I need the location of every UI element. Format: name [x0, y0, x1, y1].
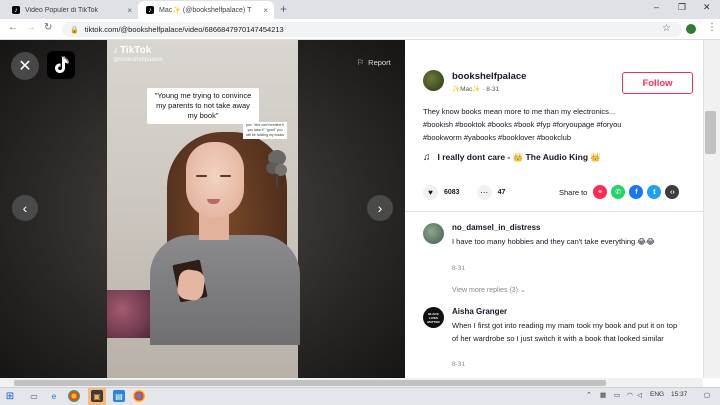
comment-avatar[interactable]: BLACK LIVES MATTER [423, 307, 444, 328]
author-subline: ✨Mac✨ · 8-31 [452, 86, 500, 93]
extension-icon[interactable] [686, 24, 696, 34]
clock[interactable]: 15:37 [671, 391, 687, 398]
post-details-panel: bookshelfpalace ✨Mac✨ · 8-31 Follow They… [405, 40, 703, 378]
post-description: They know books mean more to me than my … [423, 105, 685, 144]
comment-bubble-icon[interactable]: ⋯ [476, 185, 492, 200]
windows-taskbar [0, 387, 720, 405]
comment-date: 8-31 [452, 361, 466, 368]
tab-video-populer[interactable]: ♪ Video Populer di TikTok × [4, 1, 138, 19]
tiktok-logo-icon[interactable] [47, 51, 75, 79]
network-icon[interactable]: ▦ [600, 391, 606, 399]
music-note-icon: ♫ [423, 152, 431, 163]
bookmark-star-icon[interactable]: ☆ [662, 23, 671, 34]
comment-date: 8-31 [452, 265, 466, 272]
comment-avatar[interactable] [423, 223, 444, 244]
address-bar[interactable]: 🔒 tiktok.com/@bookshelfpalace/video/6866… [62, 22, 682, 37]
watermark-handle: @bookshelfpalace [113, 57, 163, 63]
people-icon[interactable]: ⌃ [586, 391, 592, 399]
embed-code-icon[interactable]: ‹› [665, 185, 680, 199]
minimize-button[interactable]: – [654, 2, 659, 12]
close-window-button[interactable]: ✕ [703, 2, 711, 13]
lamp-decoration [266, 150, 287, 188]
horizontal-scrollbar-thumb[interactable] [14, 380, 606, 386]
engagement-stats: ♥ 6083 ⋯ 47 [423, 185, 522, 200]
comment-author[interactable]: Aisha Granger [452, 307, 507, 316]
tab-title: Mac✨ (@bookshelfpalace) T [159, 7, 252, 14]
like-heart-icon[interactable]: ♥ [423, 185, 438, 200]
section-divider [405, 211, 703, 212]
new-tab-button[interactable]: + [280, 2, 287, 16]
tab-close-icon[interactable]: × [263, 6, 268, 15]
next-video-button[interactable]: › [367, 195, 393, 221]
forward-arrow-icon[interactable]: → [26, 22, 36, 33]
facebook-icon[interactable]: f [629, 185, 644, 199]
language-indicator[interactable]: ENG [650, 391, 664, 398]
notification-center-icon[interactable]: ▢ [704, 391, 710, 399]
vertical-scrollbar-thumb[interactable] [705, 111, 716, 154]
comment-count: 47 [497, 189, 506, 196]
tiktok-note-icon: ♪ [113, 45, 118, 56]
tab-close-icon[interactable]: × [127, 6, 132, 15]
tiktok-watermark: ♪ TikTok @bookshelfpalace [113, 45, 162, 63]
maximize-button[interactable]: ❐ [678, 2, 686, 13]
eye-right [220, 175, 231, 177]
tab-title: Video Populer di TikTok [25, 6, 99, 14]
description-text: They know books mean more to me than my … [423, 107, 616, 116]
twitter-icon[interactable]: t [647, 185, 662, 199]
whatsapp-icon[interactable]: ✆ [611, 185, 626, 199]
avatar-logo-text: BLACK LIVES MATTER [427, 311, 440, 324]
hashtags-line-2[interactable]: #bookworm #yabooks #booklover #bookclub [423, 131, 685, 144]
author-username[interactable]: bookshelfpalace [452, 71, 526, 82]
watermark-brand: TikTok [120, 45, 152, 56]
like-count: 6083 [444, 189, 460, 196]
chevron-right-icon: › [377, 200, 383, 216]
browser-menu-icon[interactable]: ⋮ [707, 22, 717, 33]
tiktok-favicon-icon: ♪ [12, 6, 20, 14]
follow-button[interactable]: Follow [622, 72, 693, 94]
media-app-icon[interactable]: ▣ [91, 390, 103, 402]
shirt-image [150, 235, 300, 345]
browser-toolbar: ← → ↻ 🔒 tiktok.com/@bookshelfpalace/vide… [0, 19, 720, 40]
chrome-icon[interactable] [133, 390, 145, 402]
edge-browser-icon[interactable]: e [48, 390, 60, 402]
tab-bookshelfpalace[interactable]: ♪ Mac✨ (@bookshelfpalace) T × [138, 1, 274, 19]
author-avatar[interactable] [423, 70, 444, 91]
music-link[interactable]: ♫ I really dont care - 👑 The Audio King … [423, 152, 601, 163]
hashtags-line-1[interactable]: #bookish #booktok #books #book #fyp #for… [423, 118, 685, 131]
view-more-replies-link[interactable]: View more replies (3) ⌄ [452, 286, 526, 294]
comment-author[interactable]: no_damsel_in_distress [452, 223, 540, 232]
windows-start-icon[interactable]: ⊞ [4, 390, 16, 402]
eye-left [196, 175, 207, 177]
tab-strip: ♪ Video Populer di TikTok × ♪ Mac✨ (@boo… [0, 0, 720, 19]
back-arrow-icon[interactable]: ← [8, 22, 18, 33]
report-label: Report [368, 58, 391, 67]
task-view-icon[interactable]: ▭ [28, 390, 40, 402]
face-image [186, 142, 244, 218]
flag-icon: ⚐ [357, 58, 365, 67]
wifi-icon[interactable]: ◠ [627, 391, 633, 399]
previous-video-button[interactable]: ‹ [12, 195, 38, 221]
volume-icon[interactable]: ◁ [637, 391, 642, 399]
close-icon: ✕ [18, 58, 32, 75]
url-text: tiktok.com/@bookshelfpalace/video/686684… [84, 25, 284, 34]
share-label: Share to [559, 187, 588, 197]
video-small-caption: pov: "she can't breathe if you take it" … [243, 122, 287, 139]
chrome-icon[interactable] [68, 390, 80, 402]
report-button[interactable]: ⚐ Report [357, 58, 391, 67]
copy-link-icon[interactable]: ⚭ [593, 185, 608, 199]
comment-text: When I first got into reading my mam too… [452, 321, 678, 343]
battery-icon[interactable]: ▭ [614, 391, 620, 399]
reload-icon[interactable]: ↻ [44, 22, 52, 33]
comment-text: I have too many hobbies and they can't t… [452, 237, 655, 246]
chevron-left-icon: ‹ [22, 200, 28, 216]
share-bar: Share to ⚭ ✆ f t ‹› [559, 185, 683, 199]
store-icon[interactable]: ▤ [113, 390, 125, 402]
close-video-button[interactable]: ✕ [11, 52, 39, 80]
lock-icon: 🔒 [70, 26, 79, 34]
music-title: I really dont care - 👑 The Audio King 👑 [437, 152, 601, 162]
tiktok-favicon-icon: ♪ [146, 6, 154, 14]
video-caption: "Young me trying to convince my parents … [147, 88, 259, 124]
vertical-scrollbar[interactable] [703, 40, 720, 378]
